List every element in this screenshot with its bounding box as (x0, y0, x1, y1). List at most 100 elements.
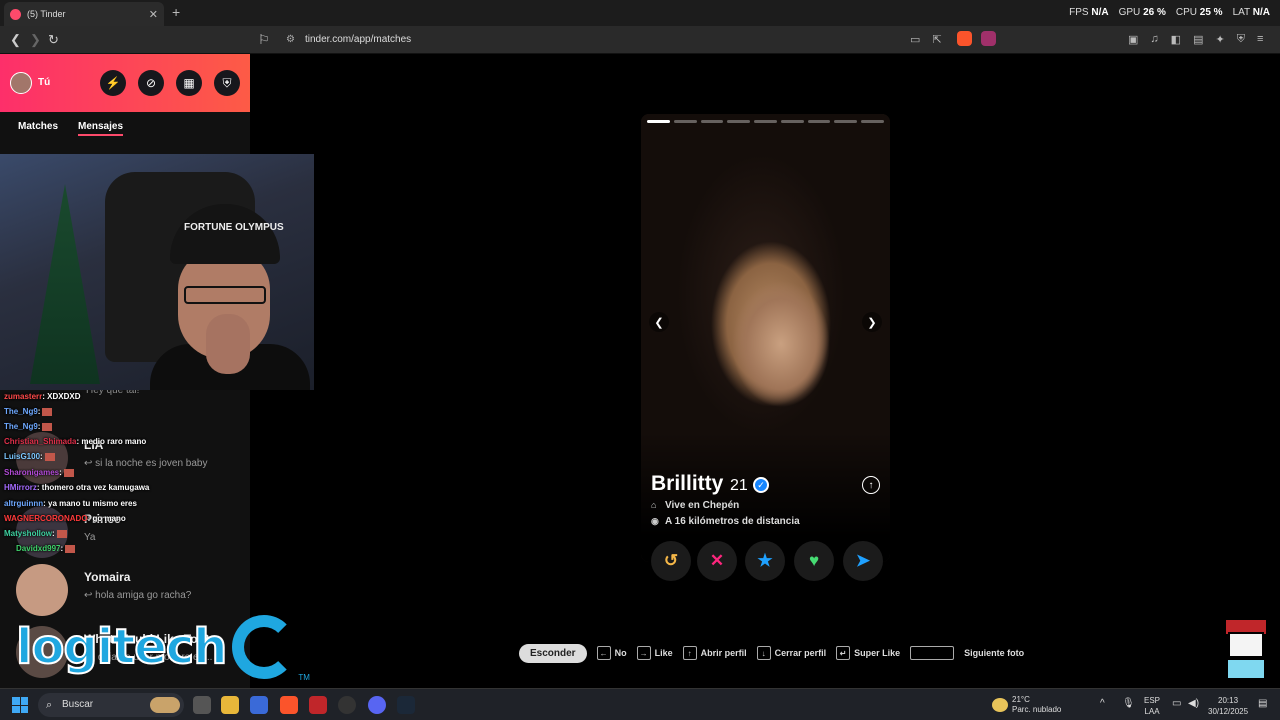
chat-text: : (60, 544, 64, 553)
like-button[interactable]: ♥ (794, 541, 834, 581)
network-icon[interactable]: ▭ (1172, 698, 1181, 709)
chat-message: altrguinnn: ya mano tu mismo eres (4, 499, 137, 508)
chat-user: zumasterr (4, 392, 43, 401)
weather-widget[interactable]: 21°C Parc. nublado (992, 695, 1061, 715)
photo-indicator-bar[interactable] (700, 120, 724, 123)
profile-age: 21 (730, 477, 748, 494)
send-icon: ➤ (855, 551, 871, 570)
clock[interactable]: 20:13 30/12/2025 (1208, 695, 1248, 717)
windows-start-icon[interactable] (12, 697, 28, 713)
rewind-icon: ↺ (663, 551, 679, 570)
performance-overlay: FPS N/A GPU 26 % CPU 25 % LAT N/A (1069, 7, 1270, 18)
super-like-button[interactable]: ★ (745, 541, 785, 581)
chat-text: : medio raro mano (76, 437, 147, 446)
chat-message: WAGNERCORONADO: go mano (4, 514, 126, 523)
chat-user: altrguinnn (4, 499, 44, 508)
address-bar: ❮ ❯ ↻ ⚐ ⚙ tinder.com/app/matches ▭ ⇱ ▣ ♫… (0, 26, 1280, 54)
microphone-icon[interactable]: 🎙 (1122, 698, 1135, 709)
brave-shields-icon[interactable] (957, 31, 972, 46)
new-tab-button[interactable]: + (172, 4, 180, 20)
leo-icon[interactable]: ✦ (1215, 33, 1224, 46)
photo-indicator-bar[interactable] (647, 120, 670, 123)
cap-text: FORTUNE OLYMPUS (184, 222, 284, 233)
screenshot-icon[interactable]: ▣ (1128, 33, 1138, 46)
list-item[interactable]: Yomaira ↩ hola amiga go racha? (0, 558, 250, 618)
url-field[interactable]: ⚙ tinder.com/app/matches (280, 31, 900, 49)
hide-shortcuts-button[interactable]: Esconder (519, 643, 587, 663)
voicemod-icon[interactable] (309, 696, 327, 714)
open-profile-icon[interactable]: ↑ (862, 476, 880, 494)
chat-message: HMirrorz: thomero otra vez kamugawa (4, 483, 149, 492)
swipe-actions: ↺ ✕ ★ ♥ ➤ (651, 541, 883, 581)
forward-icon[interactable]: ❯ (30, 32, 41, 48)
wallet-icon[interactable]: ▤ (1193, 33, 1203, 46)
nope-button[interactable]: ✕ (697, 541, 737, 581)
conversation-name: Yomaira (84, 570, 131, 584)
sidebar-icon[interactable]: ◧ (1171, 33, 1181, 46)
notification-icon[interactable]: ▤ (1258, 698, 1267, 709)
back-icon[interactable]: ❮ (10, 32, 21, 48)
chat-text: : (37, 407, 41, 416)
tray-chevron-icon[interactable]: ^ (1100, 698, 1105, 709)
profile-card[interactable]: ❮ ❯ Brillitty 21 ✓ ↑ ⌂ Vive en Chepén ◉ A … (641, 114, 890, 562)
taskbar-search[interactable]: ⌕ Buscar (38, 693, 184, 717)
store-icon[interactable] (250, 696, 268, 714)
share-icon[interactable]: ⇱ (932, 33, 941, 46)
chat-user: Christian_Shimada (4, 437, 77, 446)
menu-icon[interactable]: ≡ (1257, 33, 1263, 46)
brave-browser-icon[interactable] (280, 696, 298, 714)
avatar[interactable] (10, 72, 32, 94)
boost-button[interactable]: ➤ (843, 541, 883, 581)
photo-indicator-bar[interactable] (727, 120, 751, 123)
file-explorer-icon[interactable] (221, 696, 239, 714)
rewind-button[interactable]: ↺ (651, 541, 691, 581)
work-icon[interactable]: ▦ (176, 70, 202, 96)
photo-indicator-bar[interactable] (754, 120, 777, 123)
task-view-icon[interactable] (193, 696, 211, 714)
mascot-body (1226, 658, 1266, 680)
verified-badge-icon: ✓ (753, 477, 769, 493)
christmas-tree (30, 184, 100, 384)
discord-icon[interactable] (368, 696, 386, 714)
photo-indicator-bar[interactable] (834, 120, 858, 123)
browser-tab-bar: (5) Tinder ✕ + FPS N/A GPU 26 % CPU 25 %… (0, 0, 1280, 26)
steam-icon[interactable] (397, 696, 415, 714)
cast-icon[interactable]: ▭ (910, 33, 920, 46)
user-name[interactable]: Tú (38, 77, 50, 88)
next-photo-icon[interactable]: ❯ (862, 312, 882, 332)
brave-rewards-icon[interactable] (981, 31, 996, 46)
chat-user: WAGNERCORONADO (4, 514, 88, 523)
search-placeholder: Buscar (62, 699, 94, 710)
streamer-cap (170, 204, 280, 264)
language-indicator[interactable]: ESP LAA (1144, 695, 1160, 717)
chat-user: LuisG100 (4, 452, 41, 461)
vpn-icon[interactable]: ⛨ (1237, 33, 1245, 46)
tab-matches[interactable]: Matches (18, 121, 58, 132)
tab-title: (5) Tinder (27, 9, 66, 19)
photo-indicator-bar[interactable] (807, 120, 831, 123)
photo-indicator-bar[interactable] (780, 120, 804, 123)
reload-icon[interactable]: ↻ (48, 32, 59, 48)
obs-icon[interactable] (338, 696, 356, 714)
emote-icon (65, 544, 76, 553)
volume-icon[interactable]: ◀) (1188, 698, 1199, 709)
tab-mensajes[interactable]: Mensajes (78, 121, 124, 136)
site-info-icon[interactable]: ⚙ (286, 31, 295, 49)
photo-indicator-bar[interactable] (673, 120, 697, 123)
music-icon[interactable]: ♫ (1150, 33, 1158, 46)
photo-indicator-bar[interactable] (861, 120, 885, 123)
bookmark-icon[interactable]: ⚐ (258, 32, 270, 48)
url-text: tinder.com/app/matches (305, 34, 412, 45)
tab-close-icon[interactable]: ✕ (149, 8, 158, 21)
chat-user: Sharonigames (4, 468, 60, 477)
chat-text: : (40, 452, 43, 461)
profile-distance: ◉ A 16 kilómetros de distancia (651, 516, 800, 527)
prev-photo-icon[interactable]: ❮ (649, 312, 669, 332)
browser-tab[interactable]: (5) Tinder ✕ (4, 2, 164, 26)
heart-icon: ♥ (808, 551, 820, 570)
screen: (5) Tinder ✕ + FPS N/A GPU 26 % CPU 25 %… (0, 0, 1280, 720)
explore-icon[interactable]: ⊘ (138, 70, 164, 96)
boost-icon[interactable]: ⚡ (100, 70, 126, 96)
safety-shield-icon[interactable]: ⛨ (214, 70, 240, 96)
chat-message: Davidxd997: (16, 544, 76, 553)
